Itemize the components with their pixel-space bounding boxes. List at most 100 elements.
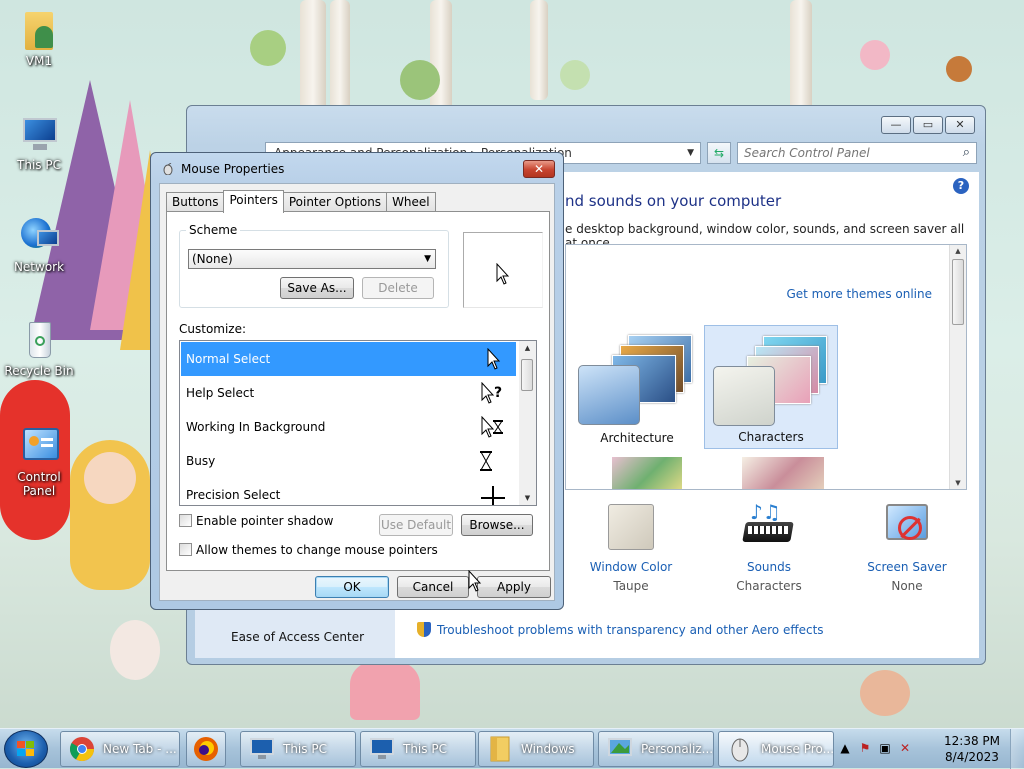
taskbar-item-this-pc-1[interactable]: This PC (240, 731, 356, 767)
working-cursor-icon (481, 416, 503, 438)
taskbar-item-this-pc-2[interactable]: This PC (360, 731, 476, 767)
allow-themes-checkbox[interactable]: Allow themes to change mouse pointers (179, 543, 438, 557)
help-icon[interactable]: ? (953, 178, 969, 194)
window-controls: — ▭ ✕ (881, 116, 975, 134)
screen-saver-item[interactable]: Screen Saver None (847, 502, 967, 593)
taskbar-item-windows-folder[interactable]: Windows (478, 731, 594, 767)
search-icon[interactable]: ⌕ (963, 145, 970, 160)
customize-label: Customize: (179, 322, 247, 336)
scroll-down-icon[interactable]: ▼ (950, 479, 966, 487)
tab-pointer-options[interactable]: Pointer Options (282, 192, 388, 212)
scroll-up-icon[interactable]: ▲ (519, 344, 536, 352)
scroll-thumb[interactable] (521, 359, 533, 391)
list-item[interactable]: Normal Select (181, 342, 516, 376)
theme-thumbnail-partial (742, 457, 824, 489)
windows-logo-icon (17, 741, 35, 757)
show-hidden-icons-chevron-icon[interactable]: ▲ (838, 741, 852, 755)
troubleshoot-link[interactable]: Troubleshoot problems with transparency … (417, 622, 824, 637)
desktop-icon-control-panel[interactable]: Control Panel (0, 424, 78, 498)
dialog-close-button[interactable]: ✕ (523, 160, 555, 178)
mouse-icon (731, 738, 749, 762)
screen-saver-icon (882, 502, 932, 552)
minimize-button[interactable]: — (881, 116, 911, 134)
scroll-down-icon[interactable]: ▼ (519, 494, 536, 502)
control-panel-icon (17, 424, 61, 468)
taskbar-item-personalization[interactable]: Personaliz... (598, 731, 714, 767)
scroll-thumb[interactable] (952, 259, 964, 325)
get-more-themes-link[interactable]: Get more themes online (786, 287, 932, 301)
list-item[interactable]: Busy (181, 444, 516, 478)
save-as-button[interactable]: Save As... (280, 277, 354, 299)
theme-thumbnail-partial (612, 457, 682, 489)
use-default-button[interactable]: Use Default (379, 514, 453, 536)
theme-characters[interactable]: Characters (704, 325, 838, 449)
address-dropdown-icon[interactable]: ▼ (687, 143, 694, 163)
themes-scrollbar[interactable]: ▲ ▼ (949, 245, 966, 489)
pointer-list-scrollbar[interactable]: ▲ ▼ (519, 341, 536, 505)
search-input[interactable] (738, 143, 948, 163)
themes-list: Get more themes online Architecture Char… (565, 244, 967, 490)
scheme-label: Scheme (186, 223, 241, 237)
tab-strip: Buttons Pointers Pointer Options Wheel (166, 190, 436, 213)
characters-thumbnail-icon (713, 336, 831, 426)
refresh-button[interactable]: ⇆ (707, 142, 731, 164)
tab-pointers[interactable]: Pointers (223, 190, 284, 213)
mouse-title-icon (163, 163, 173, 175)
list-item[interactable]: Help Select ? (181, 376, 516, 410)
scroll-up-icon[interactable]: ▲ (950, 247, 966, 255)
desktop-icon-this-pc[interactable]: This PC (0, 112, 78, 172)
desktop-icon-vm1[interactable]: VM1 (0, 8, 78, 68)
desktop-icon-network[interactable]: Network (0, 214, 78, 274)
taskbar-item-chrome[interactable]: New Tab - ... (60, 731, 180, 767)
volume-muted-icon[interactable]: ✕ (898, 741, 912, 755)
user-folder-icon (17, 8, 61, 52)
checkbox-icon[interactable] (179, 543, 192, 556)
delete-button[interactable]: Delete (362, 277, 434, 299)
system-tray: ▲ ⚑ ▣ ✕ 12:38 PM 8/4/2023 (834, 729, 1024, 769)
tab-wheel[interactable]: Wheel (386, 192, 436, 212)
architecture-thumbnail-icon (578, 335, 696, 425)
tab-buttons[interactable]: Buttons (166, 192, 225, 212)
start-button[interactable] (4, 730, 48, 768)
pointers-panel: Scheme (None) ▼ Save As... Delete Custom… (166, 211, 550, 571)
ease-of-access-link[interactable]: Ease of Access Center (231, 630, 364, 644)
close-button[interactable]: ✕ (945, 116, 975, 134)
page-heading: nd sounds on your computer (565, 192, 782, 210)
checkbox-icon[interactable] (179, 514, 192, 527)
action-center-flag-icon[interactable]: ⚑ (858, 741, 872, 755)
desktop-icon-recycle-bin[interactable]: Recycle Bin (0, 318, 78, 378)
crosshair-icon (481, 486, 505, 505)
clock[interactable]: 12:38 PM 8/4/2023 (944, 733, 1000, 765)
firefox-icon (194, 737, 218, 761)
ok-button[interactable]: OK (315, 576, 389, 598)
pointer-list[interactable]: Normal Select Help Select ? Working In B… (179, 340, 537, 506)
network-status-icon[interactable]: ▣ (878, 741, 892, 755)
list-item[interactable]: Working In Background (181, 410, 516, 444)
taskbar-item-firefox[interactable] (186, 731, 226, 767)
scheme-group: Scheme (None) ▼ Save As... Delete (179, 223, 449, 308)
pointer-preview (463, 232, 543, 308)
browse-button[interactable]: Browse... (461, 514, 533, 536)
scheme-select[interactable]: (None) ▼ (188, 249, 436, 269)
shield-icon (417, 622, 431, 637)
theme-name: Characters (738, 430, 804, 444)
arrow-cursor-icon (496, 263, 510, 285)
apply-button[interactable]: Apply (477, 576, 551, 598)
taskbar: New Tab - ... This PC This PC Windows Pe… (0, 728, 1024, 769)
folder-icon (490, 736, 510, 762)
network-icon (17, 214, 61, 258)
cancel-button[interactable]: Cancel (397, 576, 469, 598)
show-desktop-button[interactable] (1010, 729, 1024, 769)
search-box[interactable]: ⌕ (737, 142, 977, 164)
enable-pointer-shadow-checkbox[interactable]: Enable pointer shadow (179, 514, 333, 528)
svg-text:?: ? (494, 385, 502, 401)
maximize-button[interactable]: ▭ (913, 116, 943, 134)
theme-name: Architecture (600, 431, 674, 445)
window-color-item[interactable]: Window Color Taupe (571, 502, 691, 593)
appearance-items: Window Color Taupe ♪♫ Sounds Characters (575, 502, 975, 602)
taskbar-item-mouse-properties[interactable]: Mouse Pro... (718, 731, 834, 767)
sounds-item[interactable]: ♪♫ Sounds Characters (709, 502, 829, 593)
list-item[interactable]: Precision Select (181, 478, 516, 505)
computer-icon (17, 112, 61, 156)
theme-architecture[interactable]: Architecture (570, 325, 704, 449)
